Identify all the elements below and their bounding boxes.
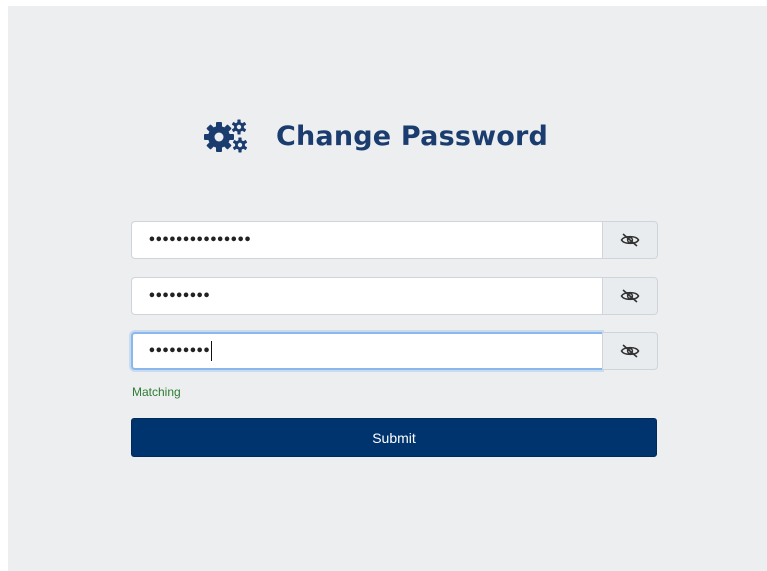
toggle-new-password-button[interactable] (602, 277, 658, 315)
new-password-value: ••••••••• (148, 288, 210, 304)
current-password-value: ••••••••••••••• (148, 232, 251, 248)
new-password-input[interactable]: ••••••••• (131, 277, 602, 315)
eye-slash-icon (620, 344, 640, 358)
current-password-group: ••••••••••••••• (131, 221, 658, 259)
password-match-status: Matching (132, 385, 181, 399)
text-cursor (211, 341, 213, 361)
current-password-input[interactable]: ••••••••••••••• (131, 221, 602, 259)
toggle-current-password-button[interactable] (602, 221, 658, 259)
page-title: Change Password (276, 120, 549, 152)
eye-slash-icon (620, 289, 640, 303)
confirm-password-input[interactable]: ••••••••• (131, 332, 602, 370)
toggle-confirm-password-button[interactable] (602, 332, 658, 370)
new-password-group: ••••••••• (131, 277, 658, 315)
submit-button[interactable]: Submit (131, 418, 657, 457)
eye-slash-icon (620, 233, 640, 247)
page-title-row: Change Password (203, 116, 548, 156)
gears-icon (204, 119, 248, 153)
confirm-password-value: ••••••••• (148, 343, 210, 359)
change-password-panel: Change Password ••••••••••••••• ••••••••… (8, 6, 767, 571)
confirm-password-group: ••••••••• (131, 332, 658, 370)
